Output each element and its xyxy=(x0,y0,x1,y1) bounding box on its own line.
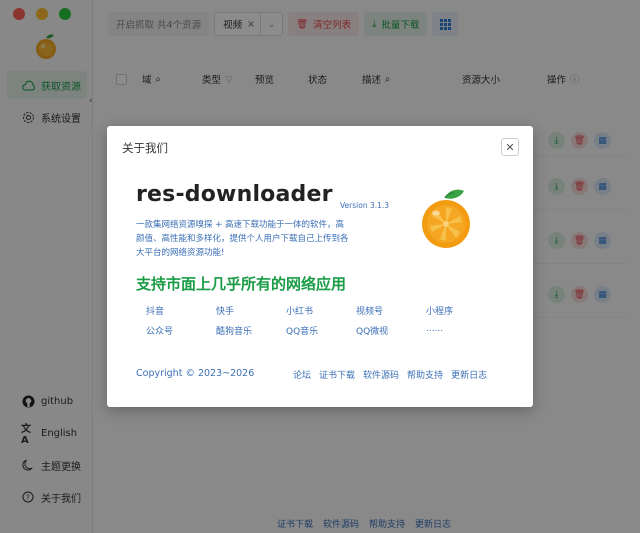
platform-item: 小红书 xyxy=(286,307,314,317)
app-description: 一款集网络资源嗅探 + 高速下载功能于一体的软件，高颜值、高性能和多样化，提供个… xyxy=(136,220,349,258)
dialog-links: 论坛 证书下载 软件源码 帮助支持 更新日志 xyxy=(293,368,487,381)
platform-item: ...... xyxy=(426,324,444,334)
source-code-link[interactable]: 软件源码 xyxy=(363,368,399,381)
platform-item: 抖音 xyxy=(146,307,165,317)
changelog-link[interactable]: 更新日志 xyxy=(451,368,487,381)
platform-list: 抖音 快手 小红书 视频号 小程序 公众号 酷狗音乐 QQ音乐 QQ微视 ...… xyxy=(146,304,476,337)
dialog-title: 关于我们 xyxy=(122,141,168,155)
about-dialog: 关于我们 ✕ res-downloader Version 3.1.3 一款集网… xyxy=(107,126,533,407)
platform-item: 快手 xyxy=(216,307,235,317)
platform-item: QQ音乐 xyxy=(286,327,319,337)
slogan: 支持市面上几乎所有的网络应用 xyxy=(136,275,347,293)
platform-item: 酷狗音乐 xyxy=(216,327,253,337)
version-label: Version 3.1.3 xyxy=(340,201,390,210)
help-support-link[interactable]: 帮助支持 xyxy=(407,368,443,381)
platform-item: 小程序 xyxy=(426,307,454,317)
platform-item: 视频号 xyxy=(356,307,384,317)
platform-item: 公众号 xyxy=(146,327,174,337)
app-name: res-downloader xyxy=(136,182,333,207)
close-icon[interactable]: ✕ xyxy=(501,138,519,156)
orange-logo-icon xyxy=(418,186,474,253)
forum-link[interactable]: 论坛 xyxy=(293,368,311,381)
copyright-text: Copyright © 2023~2026 xyxy=(136,368,255,379)
certificate-download-link[interactable]: 证书下载 xyxy=(319,368,355,381)
platform-item: QQ微视 xyxy=(356,327,389,337)
